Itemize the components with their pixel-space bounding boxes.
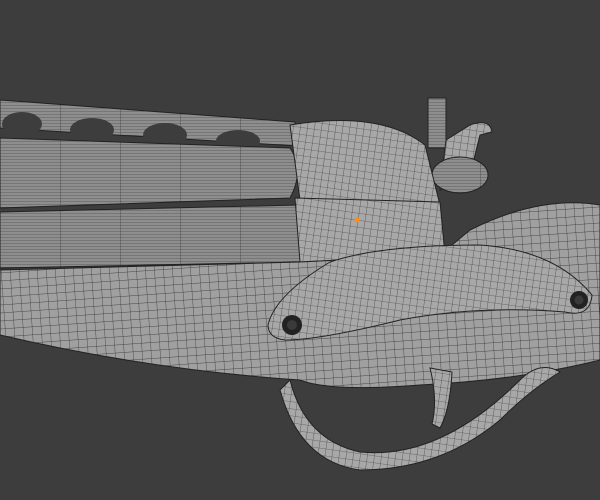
trigger — [429, 367, 453, 429]
selected-vertex — [354, 217, 360, 223]
hammer — [427, 97, 493, 194]
lower-barrel — [0, 204, 303, 269]
wireframe-gun-model — [0, 97, 600, 471]
receiver — [289, 120, 441, 206]
3d-viewport[interactable] — [0, 0, 600, 500]
upper-barrel — [0, 137, 298, 209]
